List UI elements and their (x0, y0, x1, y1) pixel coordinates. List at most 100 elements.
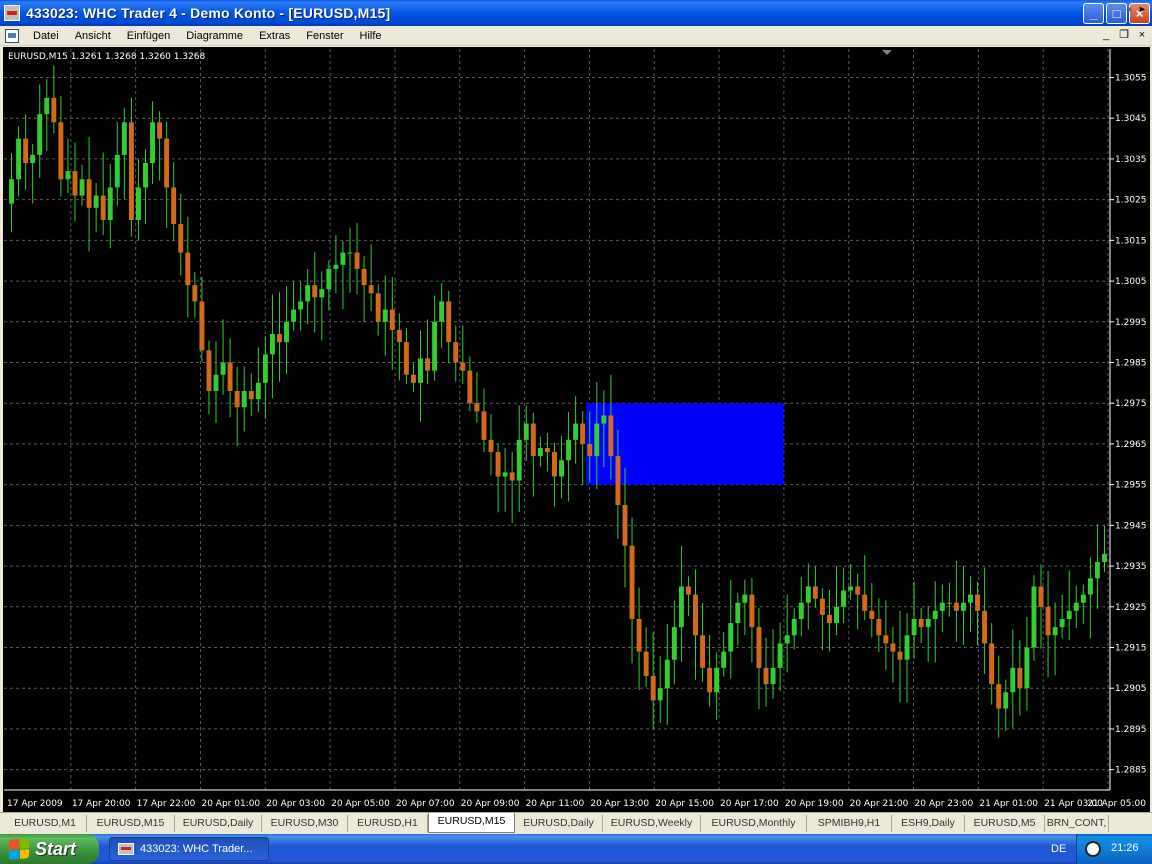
candle-body (671, 627, 677, 660)
candlestick-chart[interactable]: 1.3055 1.3045 1.3035 1.3025 1.3015 1.3005 1.29… (0, 47, 1152, 812)
candle-body (756, 627, 762, 668)
start-button[interactable]: Start (0, 834, 99, 864)
candle-body (996, 684, 1002, 709)
candle-body (439, 301, 445, 322)
candle-body (86, 179, 92, 208)
chart-tab[interactable]: EURUSD,M30 (262, 815, 348, 832)
candle-body (890, 643, 896, 652)
chart-tab[interactable]: EURUSD,M15 (87, 815, 175, 832)
chart-shift-icon (882, 50, 892, 55)
price-label: 1.2945 (1115, 521, 1147, 531)
chart-tab[interactable]: EURUSD,Monthly (701, 815, 807, 832)
clock[interactable]: 21:26 (1111, 842, 1139, 854)
candle-body (643, 651, 649, 676)
chart-window-icon[interactable] (5, 28, 19, 43)
price-label: 1.3045 (1115, 114, 1147, 124)
taskbar-item-trader[interactable]: 433023: WHC Trader... (109, 837, 269, 861)
candle-body (580, 423, 586, 444)
candle-body (23, 138, 29, 163)
taskbar: Start 433023: WHC Trader... DE 21:26 (0, 834, 1152, 864)
time-label: 20 Apr 01:00 (201, 799, 260, 809)
candle-body (911, 619, 917, 636)
mdi-minimize-button[interactable]: _ (1099, 28, 1113, 42)
menu-einfuegen[interactable]: Einfügen (119, 30, 178, 42)
menu-fenster[interactable]: Fenster (298, 30, 351, 42)
candle-body (143, 163, 148, 188)
candle-body (9, 179, 14, 204)
mdi-close-button[interactable]: × (1135, 28, 1149, 42)
candle-body (1017, 667, 1023, 689)
candle-body (474, 403, 480, 412)
candle-body (248, 391, 254, 400)
candle-body (326, 268, 332, 290)
candle-body (114, 154, 120, 188)
menu-extras[interactable]: Extras (251, 30, 298, 42)
minimize-button[interactable]: _ (1083, 3, 1104, 24)
candle-body (989, 643, 995, 685)
chart-tab[interactable]: EURUSD,H1 (348, 815, 428, 832)
candle-body (178, 224, 184, 253)
candle-body (763, 667, 769, 685)
chart-tab[interactable]: SPMIBH9,H1 (807, 815, 892, 832)
candle-body (425, 358, 431, 371)
price-label: 1.3055 (1115, 74, 1147, 84)
time-label: 21 Apr 05:00 (1087, 799, 1146, 809)
candle-body (241, 391, 247, 408)
menu-ansicht[interactable]: Ansicht (67, 30, 119, 42)
chart-tab[interactable]: EURUSD,M5 (965, 815, 1045, 832)
mdi-restore-button[interactable]: ❐ (1117, 28, 1131, 42)
candle-body (403, 342, 409, 375)
candle-body (1052, 627, 1058, 636)
candle-body (121, 122, 127, 155)
candle-body (777, 643, 783, 668)
candle-body (234, 391, 240, 408)
candle-body (615, 456, 621, 505)
candle-body (798, 602, 804, 619)
candle-body (749, 594, 755, 628)
candle-body (968, 594, 973, 603)
price-label: 1.2985 (1115, 359, 1147, 369)
candle-body (897, 651, 903, 660)
candle-body (608, 415, 614, 457)
menu-bar: Datei Ansicht Einfügen Diagramme Extras … (0, 26, 1152, 46)
price-label: 1.2895 (1115, 725, 1147, 735)
price-label: 1.2965 (1115, 440, 1147, 450)
candle-body (79, 179, 85, 196)
chart-tab[interactable]: EURUSD,Weekly (603, 815, 701, 832)
chart-tab[interactable]: EURUSD,M1 (4, 815, 87, 832)
candle-body (566, 439, 572, 461)
candle-body (502, 472, 508, 477)
candle-body (714, 667, 720, 693)
candle-body (269, 334, 275, 355)
chart-tab[interactable]: EURUSD,M15 (428, 813, 515, 833)
panda-tray-icon[interactable] (1085, 841, 1101, 857)
candle-body (432, 321, 438, 371)
tab-scroll-left-icon[interactable]: ◄ (1124, 4, 1133, 14)
menu-datei[interactable]: Datei (25, 30, 67, 42)
candle-body (396, 329, 402, 343)
candle-body (904, 635, 910, 660)
time-label: 20 Apr 23:00 (915, 799, 974, 809)
candle-body (573, 423, 579, 440)
price-label: 1.2975 (1115, 399, 1147, 409)
candle-body (312, 285, 318, 298)
chart-tab[interactable]: EURUSD,Daily (515, 815, 603, 832)
chart-tab[interactable]: EURUSD,Daily (175, 815, 262, 832)
menu-diagramme[interactable]: Diagramme (178, 30, 251, 42)
candle-body (707, 667, 713, 693)
price-label: 1.2885 (1115, 766, 1147, 776)
chart-tab[interactable]: ESH9,Daily (892, 815, 965, 832)
candle-body (678, 586, 684, 628)
candle-body (812, 586, 818, 599)
app-icon[interactable] (4, 5, 20, 21)
candle-body (876, 619, 882, 636)
price-label: 1.3005 (1115, 277, 1147, 287)
language-indicator[interactable]: DE (1051, 843, 1066, 855)
title-bar[interactable]: 433023: WHC Trader 4 - Demo Konto - [EUR… (0, 0, 1152, 26)
candle-body (1094, 562, 1100, 579)
menu-hilfe[interactable]: Hilfe (352, 30, 390, 42)
candle-body (100, 195, 106, 220)
chart-tab[interactable]: BRN_CONT, (1045, 815, 1109, 832)
tab-scroll-right-icon[interactable]: ► (1138, 4, 1147, 14)
candle-body (770, 667, 776, 685)
